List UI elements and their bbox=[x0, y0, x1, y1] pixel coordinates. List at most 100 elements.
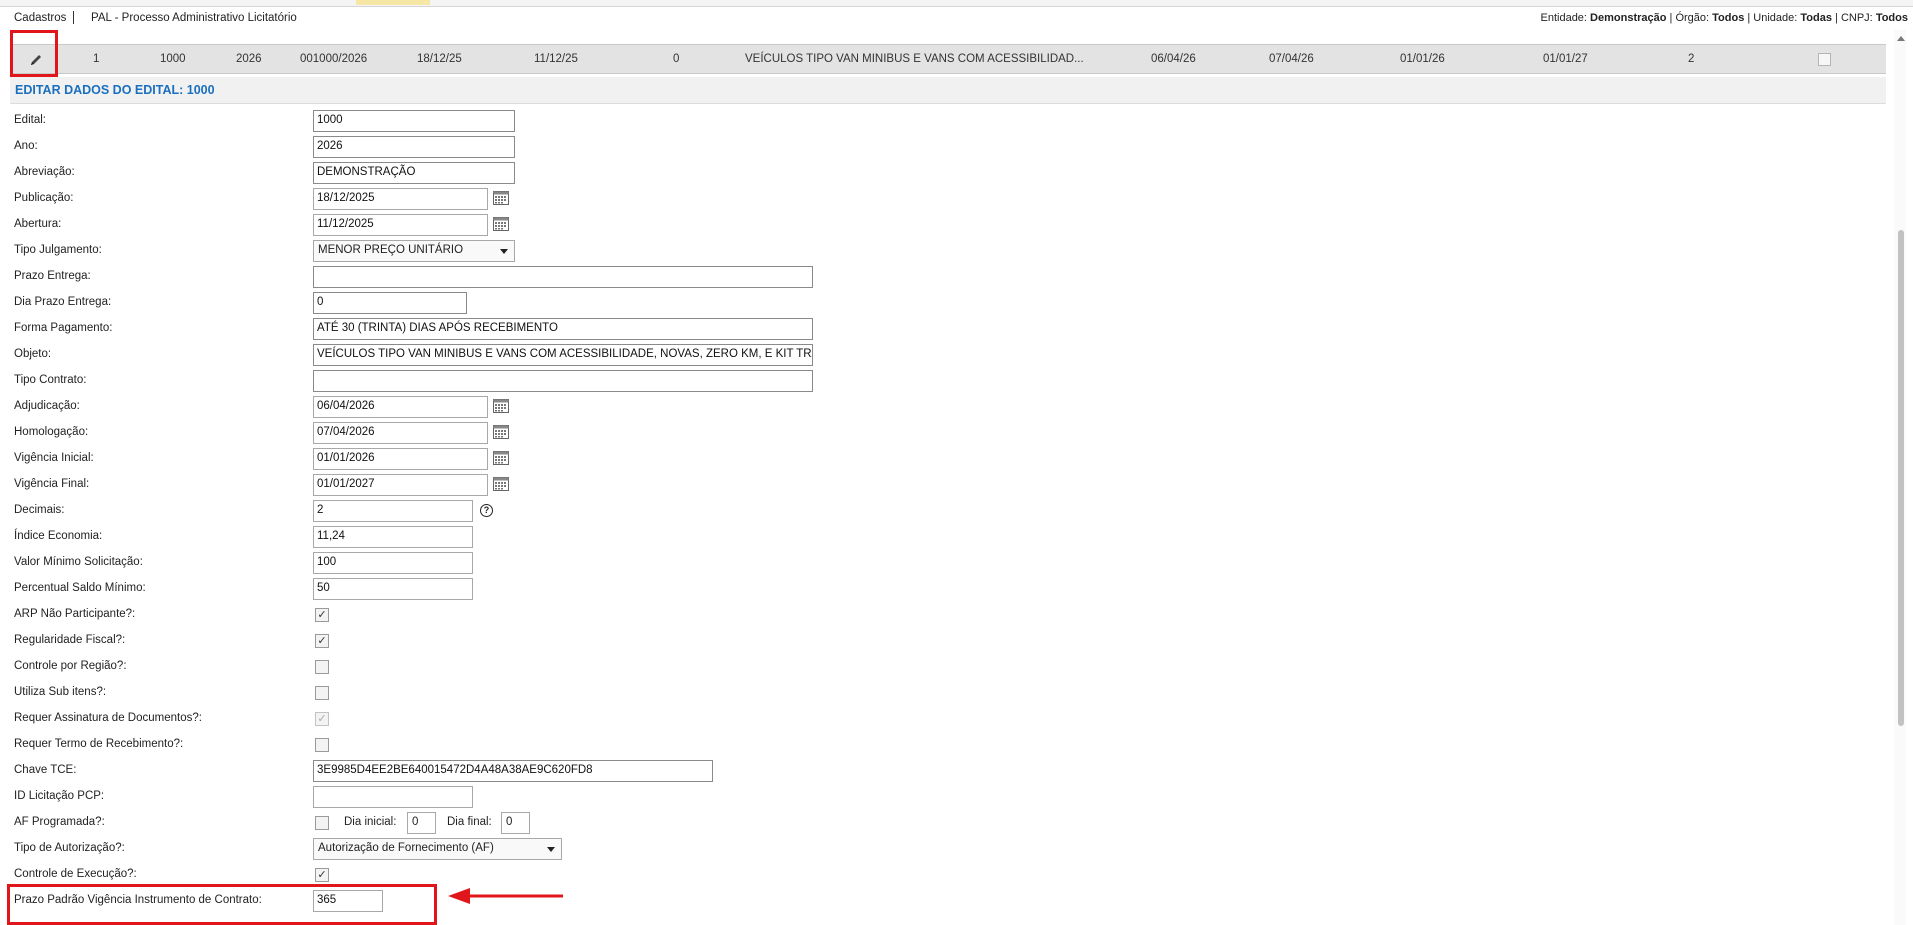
ano-input[interactable]: 2026 bbox=[313, 136, 515, 158]
chevron-down-icon bbox=[547, 847, 555, 852]
form-row-sub-itens: Utiliza Sub itens?: bbox=[14, 680, 1014, 706]
cell-decimais: 2 bbox=[1688, 53, 1695, 65]
chave-tce-input[interactable]: 3E9985D4EE2BE640015472D4A48A38AE9C620FD8 bbox=[313, 760, 713, 782]
form-row-controle-regiao: Controle por Região?: bbox=[14, 654, 1014, 680]
calendar-icon[interactable] bbox=[493, 217, 509, 231]
label-ano: Ano: bbox=[14, 140, 38, 152]
calendar-icon[interactable] bbox=[493, 191, 509, 205]
percentual-saldo-input[interactable]: 50 bbox=[313, 578, 473, 600]
highlight-edit-button bbox=[10, 30, 58, 77]
form-row-indice-economia: Índice Economia: 11,24 bbox=[14, 524, 1014, 550]
label-objeto: Objeto: bbox=[14, 348, 52, 360]
label-tipo-contrato: Tipo Contrato: bbox=[14, 374, 87, 386]
form-row-requer-assinatura: Requer Assinatura de Documentos?: ✓ bbox=[14, 706, 1014, 732]
vigencia-final-date-input[interactable]: 01/01/2027 bbox=[313, 474, 488, 496]
cell-homologacao: 07/04/26 bbox=[1269, 53, 1314, 65]
cell-vigencia-inicial: 01/01/26 bbox=[1400, 53, 1445, 65]
help-icon[interactable]: ? bbox=[480, 504, 493, 517]
id-licitacao-input[interactable] bbox=[313, 786, 473, 808]
scrollbar-thumb[interactable] bbox=[1898, 230, 1904, 726]
edital-input[interactable]: 1000 bbox=[313, 110, 515, 132]
section-title: EDITAR DADOS DO EDITAL: 1000 bbox=[15, 83, 215, 97]
dia-final-label: Dia final: bbox=[447, 816, 492, 828]
form-row-regularidade: Regularidade Fiscal?: ✓ bbox=[14, 628, 1014, 654]
objeto-input[interactable]: VEÍCULOS TIPO VAN MINIBUS E VANS COM ACE… bbox=[313, 344, 813, 366]
controle-regiao-checkbox[interactable] bbox=[315, 660, 329, 674]
label-requer-termo: Requer Termo de Recebimento?: bbox=[14, 738, 184, 750]
scroll-up-icon[interactable] bbox=[1897, 36, 1905, 41]
calendar-icon[interactable] bbox=[493, 451, 509, 465]
cell-processo: 001000/2026 bbox=[300, 53, 368, 65]
label-af-programada: AF Programada?: bbox=[14, 816, 105, 828]
prazo-entrega-input[interactable] bbox=[313, 266, 813, 288]
form-row-percentual-saldo: Percentual Saldo Mínimo: 50 bbox=[14, 576, 1014, 602]
dia-final-input[interactable]: 0 bbox=[501, 812, 530, 834]
label-adjudicacao: Adjudicação: bbox=[14, 400, 80, 412]
calendar-icon[interactable] bbox=[493, 425, 509, 439]
entity-info: Entidade: Demonstração | Órgão: Todos | … bbox=[1541, 12, 1909, 24]
label-decimais: Decimais: bbox=[14, 504, 65, 516]
form-row-arp: ARP Não Participante?: ✓ bbox=[14, 602, 1014, 628]
top-bar: Cadastros PAL - Processo Administrativo … bbox=[0, 8, 1913, 34]
unidade-prefix: | Unidade: bbox=[1744, 12, 1798, 24]
label-controle-regiao: Controle por Região?: bbox=[14, 660, 127, 672]
form-row-abreviacao: Abreviação: DEMONSTRAÇÃO bbox=[14, 160, 1014, 186]
tipo-autorizacao-select[interactable]: Autorização de Fornecimento (AF) bbox=[313, 838, 562, 860]
table-row[interactable]: 1 1000 2026 001000/2026 18/12/25 11/12/2… bbox=[10, 44, 1886, 74]
form-row-dia-prazo-entrega: Dia Prazo Entrega: 0 bbox=[14, 290, 1014, 316]
cell-adjudicacao: 06/04/26 bbox=[1151, 53, 1196, 65]
label-controle-execucao: Controle de Execução?: bbox=[14, 868, 137, 880]
label-percentual-saldo: Percentual Saldo Mínimo: bbox=[14, 582, 146, 594]
label-sub-itens: Utiliza Sub itens?: bbox=[14, 686, 107, 698]
form-row-tipo-autorizacao: Tipo de Autorização?: Autorização de For… bbox=[14, 836, 1014, 862]
dia-prazo-entrega-input[interactable]: 0 bbox=[313, 292, 467, 314]
sub-itens-checkbox[interactable] bbox=[315, 686, 329, 700]
form-row-af-programada: AF Programada?: Dia inicial: 0 Dia final… bbox=[14, 810, 1014, 836]
breadcrumb-cadastros[interactable]: Cadastros bbox=[14, 12, 66, 24]
vigencia-inicial-date-input[interactable]: 01/01/2026 bbox=[313, 448, 488, 470]
label-publicacao: Publicação: bbox=[14, 192, 74, 204]
abertura-date-input[interactable]: 11/12/2025 bbox=[313, 214, 488, 236]
tab-hint bbox=[356, 0, 430, 5]
form-row-prazo-entrega: Prazo Entrega: bbox=[14, 264, 1014, 290]
label-forma-pagamento: Forma Pagamento: bbox=[14, 322, 113, 334]
cell-publicacao: 18/12/25 bbox=[417, 53, 462, 65]
requer-assinatura-checkbox: ✓ bbox=[315, 712, 329, 726]
dia-inicial-label: Dia inicial: bbox=[344, 816, 397, 828]
publicacao-date-input[interactable]: 18/12/2025 bbox=[313, 188, 488, 210]
decimais-input[interactable]: 2 bbox=[313, 500, 473, 522]
forma-pagamento-input[interactable]: ATÉ 30 (TRINTA) DIAS APÓS RECEBIMENTO bbox=[313, 318, 813, 340]
form-row-requer-termo: Requer Termo de Recebimento?: bbox=[14, 732, 1014, 758]
cell-vigencia-final: 01/01/27 bbox=[1543, 53, 1588, 65]
tipo-contrato-input[interactable] bbox=[313, 370, 813, 392]
cell-abertura: 11/12/25 bbox=[534, 53, 578, 65]
calendar-icon[interactable] bbox=[493, 477, 509, 491]
entity-value[interactable]: Demonstração bbox=[1590, 12, 1666, 24]
tipo-julgamento-select[interactable]: MENOR PREÇO UNITÁRIO bbox=[313, 240, 515, 262]
orgao-value[interactable]: Todos bbox=[1712, 12, 1744, 24]
form-row-objeto: Objeto: VEÍCULOS TIPO VAN MINIBUS E VANS… bbox=[14, 342, 1014, 368]
adjudicacao-date-input[interactable]: 06/04/2026 bbox=[313, 396, 488, 418]
label-tipo-autorizacao: Tipo de Autorização?: bbox=[14, 842, 125, 854]
row-checkbox[interactable] bbox=[1818, 53, 1831, 66]
indice-economia-input[interactable]: 11,24 bbox=[313, 526, 473, 548]
controle-execucao-checkbox[interactable]: ✓ bbox=[315, 868, 329, 882]
requer-termo-checkbox[interactable] bbox=[315, 738, 329, 752]
cnpj-value[interactable]: Todos bbox=[1876, 12, 1908, 24]
label-prazo-entrega: Prazo Entrega: bbox=[14, 270, 91, 282]
homologacao-date-input[interactable]: 07/04/2026 bbox=[313, 422, 488, 444]
form-row-id-licitacao: ID Licitação PCP: bbox=[14, 784, 1014, 810]
dia-inicial-input[interactable]: 0 bbox=[407, 812, 436, 834]
af-programada-checkbox[interactable] bbox=[315, 816, 329, 830]
label-chave-tce: Chave TCE: bbox=[14, 764, 77, 776]
abreviacao-input[interactable]: DEMONSTRAÇÃO bbox=[313, 162, 515, 184]
unidade-value[interactable]: Todas bbox=[1800, 12, 1832, 24]
form-row-publicacao: Publicação: 18/12/2025 bbox=[14, 186, 1014, 212]
left-arrow-icon bbox=[448, 888, 563, 904]
calendar-icon[interactable] bbox=[493, 399, 509, 413]
arp-checkbox[interactable]: ✓ bbox=[315, 608, 329, 622]
form-row-tipo-julgamento: Tipo Julgamento: MENOR PREÇO UNITÁRIO bbox=[14, 238, 1014, 264]
regularidade-checkbox[interactable]: ✓ bbox=[315, 634, 329, 648]
valor-minimo-input[interactable]: 100 bbox=[313, 552, 473, 574]
breadcrumb-separator bbox=[73, 11, 74, 24]
